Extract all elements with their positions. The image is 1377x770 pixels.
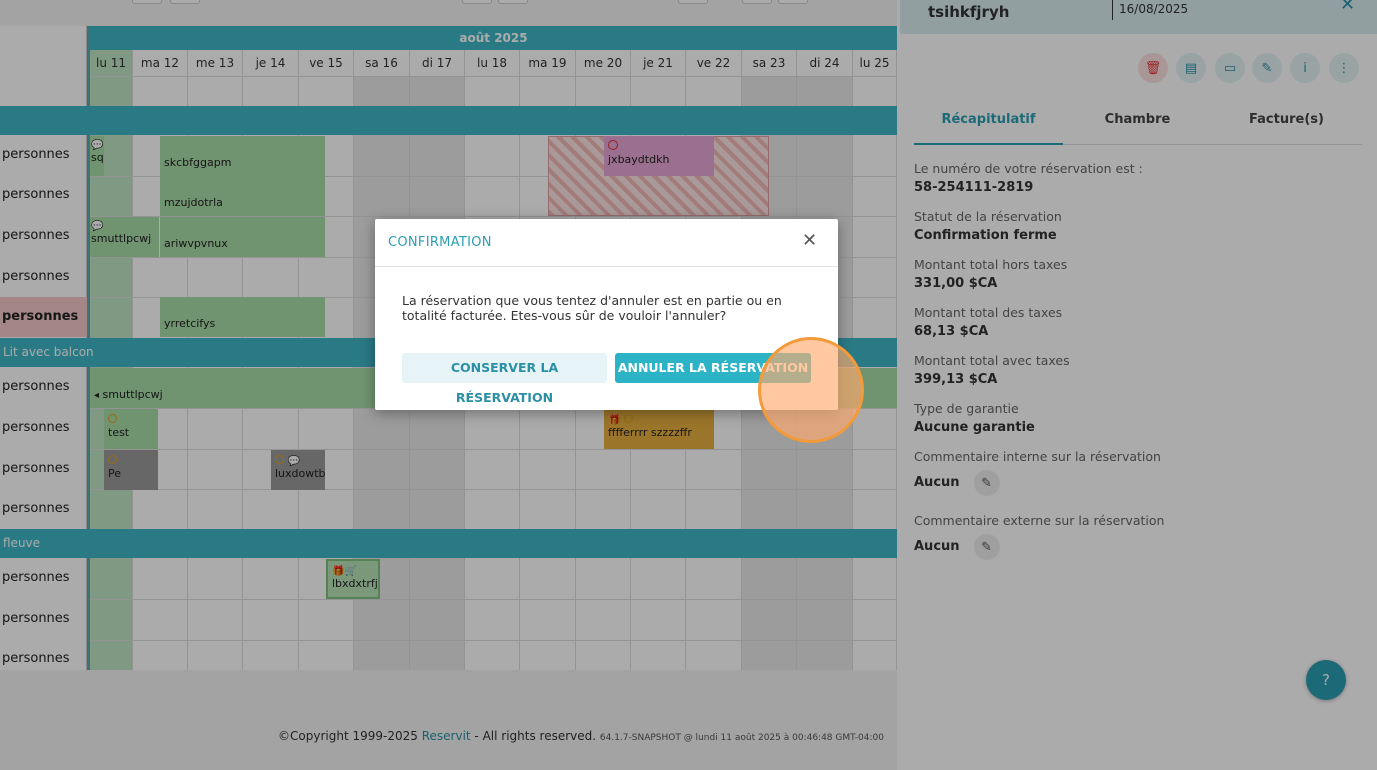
dialog-title: CONFIRMATION (388, 235, 492, 250)
dialog-message: La réservation que vous tentez d'annuler… (402, 293, 782, 323)
dialog-header: CONFIRMATION ✕ (375, 219, 838, 267)
keep-reservation-button[interactable]: CONSERVER LA RÉSERVATION (402, 353, 607, 405)
click-highlight (758, 337, 864, 443)
close-icon[interactable]: ✕ (802, 230, 817, 251)
